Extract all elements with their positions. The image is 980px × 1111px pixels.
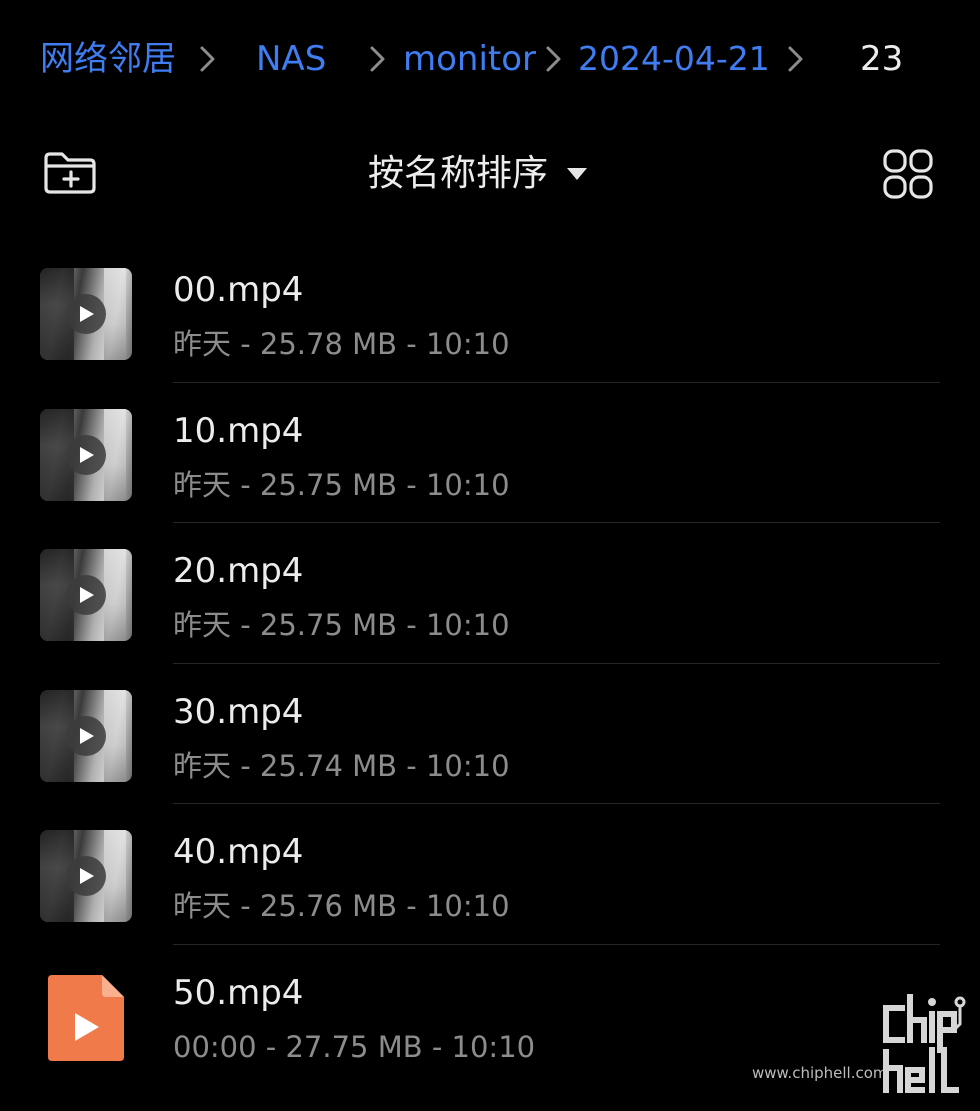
video-thumbnail: [40, 830, 132, 923]
sort-label: 按名称排序: [368, 153, 549, 194]
play-icon: [66, 856, 106, 897]
breadcrumb-item-nas[interactable]: NAS: [256, 36, 326, 82]
file-row[interactable]: 30.mp4 昨天 - 25.74 MB - 10:10: [0, 664, 980, 805]
sort-by-name-button[interactable]: 按名称排序: [368, 146, 588, 202]
file-name: 40.mp4: [173, 832, 304, 873]
video-thumbnail: [40, 268, 132, 360]
breadcrumb-item-date[interactable]: 2024-04-21: [578, 36, 770, 82]
file-name: 00.mp4: [173, 270, 304, 310]
play-icon: [66, 294, 106, 334]
file-row[interactable]: 10.mp4 昨天 - 25.75 MB - 10:10: [0, 383, 980, 524]
file-row[interactable]: 20.mp4 昨天 - 25.75 MB - 10:10: [0, 523, 980, 664]
file-row[interactable]: 40.mp4 昨天 - 25.76 MB - 10:10: [0, 804, 980, 945]
video-thumbnail: [40, 549, 132, 642]
chiphell-logo-icon: [882, 993, 966, 1094]
breadcrumb-item-network[interactable]: 网络邻居: [40, 36, 176, 82]
play-icon: [66, 575, 106, 616]
chevron-right-icon: [538, 44, 568, 74]
chevron-right-icon: [192, 44, 222, 74]
caret-down-icon: [566, 166, 588, 182]
breadcrumb: 网络邻居 NAS monitor 2024-04-21 23: [0, 30, 980, 90]
folder-plus-icon[interactable]: [40, 148, 100, 198]
file-name: 10.mp4: [173, 410, 304, 451]
file-meta: 昨天 - 25.75 MB - 10:10: [173, 467, 510, 502]
play-icon: [66, 715, 106, 756]
breadcrumb-item-current: 23: [860, 39, 904, 79]
video-file-icon: [46, 973, 126, 1063]
file-name: 20.mp4: [173, 551, 304, 592]
file-list: 00.mp4 昨天 - 25.78 MB - 10:10 10.mp4 昨天 -…: [0, 242, 980, 1086]
play-icon: [66, 434, 106, 475]
file-meta: 昨天 - 25.78 MB - 10:10: [173, 327, 510, 361]
video-thumbnail: [40, 408, 132, 501]
file-meta: 昨天 - 25.76 MB - 10:10: [173, 889, 510, 924]
chevron-right-icon: [362, 44, 392, 74]
file-name: 30.mp4: [173, 691, 304, 732]
watermark-text: www.chiphell.com: [752, 1064, 888, 1082]
grid-view-icon[interactable]: [882, 148, 934, 200]
file-meta: 昨天 - 25.74 MB - 10:10: [173, 748, 510, 783]
file-name: 50.mp4: [173, 972, 304, 1013]
breadcrumb-item-monitor[interactable]: monitor: [403, 36, 536, 82]
watermark: www.chiphell.com: [752, 990, 972, 1100]
video-thumbnail: [40, 689, 132, 782]
file-meta: 00:00 - 27.75 MB - 10:10: [173, 1029, 536, 1064]
file-row[interactable]: 00.mp4 昨天 - 25.78 MB - 10:10: [0, 242, 980, 383]
chevron-right-icon: [780, 44, 810, 74]
file-meta: 昨天 - 25.75 MB - 10:10: [173, 608, 510, 643]
toolbar: 按名称排序: [0, 140, 980, 210]
